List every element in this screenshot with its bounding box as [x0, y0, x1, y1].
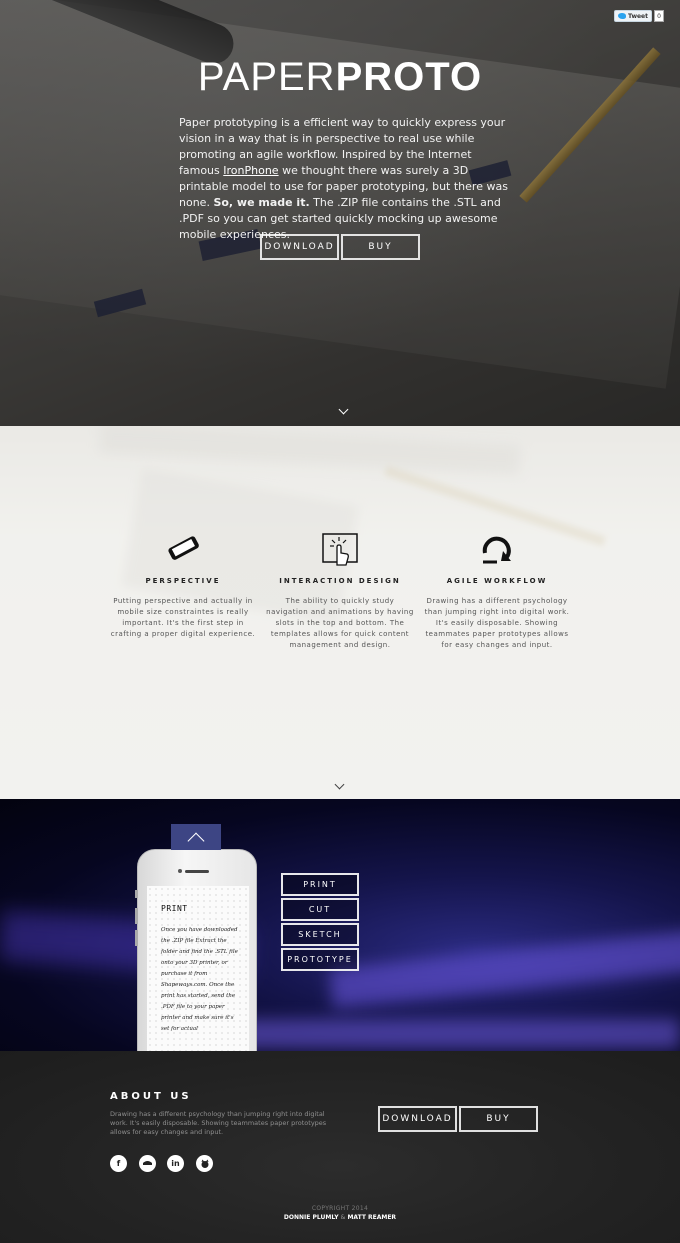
facebook-icon[interactable]: f: [110, 1155, 127, 1172]
tweet-widget[interactable]: Tweet 0: [614, 10, 664, 22]
brand-bold: PROTO: [335, 55, 483, 99]
about-text: Drawing has a different psychology than …: [110, 1110, 327, 1136]
steps-background-glow: [200, 1019, 680, 1049]
phone-speaker: [185, 870, 209, 873]
ironphone-link[interactable]: IronPhone: [223, 164, 278, 177]
author-separator: &: [340, 1214, 346, 1221]
dribbble-icon[interactable]: [139, 1155, 156, 1172]
page-title: PAPERPROTO: [0, 55, 680, 100]
touch-screen-icon: [320, 531, 360, 567]
feature-text: The ability to quickly study navigation …: [266, 597, 414, 649]
brand-light: PAPER: [197, 55, 336, 99]
feature-title: AGILE WORKFLOW: [446, 577, 548, 585]
tweet-button[interactable]: Tweet: [614, 10, 652, 22]
feature-text: Drawing has a different psychology than …: [424, 597, 570, 649]
step-prototype-button[interactable]: PROTOTYPE: [281, 948, 359, 971]
tweet-count: 0: [654, 10, 664, 22]
tweet-label: Tweet: [628, 12, 648, 20]
phone-screen-text: Once you have downloaded the .ZIP file E…: [161, 927, 238, 1032]
phone-screen: PRINT Once you have downloaded the .ZIP …: [147, 886, 249, 1051]
phone-side-button: [135, 908, 138, 924]
feature-interaction-design: INTERACTION DESIGN The ability to quickl…: [265, 531, 415, 651]
feature-title: INTERACTION DESIGN: [279, 577, 401, 585]
credits: DONNIE PLUMLY & MATT REAMER: [0, 1214, 680, 1221]
cycle-arrow-icon: [477, 531, 517, 567]
footer-buy-button[interactable]: BUY: [459, 1106, 538, 1132]
phone-perspective-icon: [163, 531, 203, 567]
step-sketch-button[interactable]: SKETCH: [281, 923, 359, 946]
about-heading: ABOUT US: [110, 1091, 192, 1102]
intro-paragraph: Paper prototyping is a efficient way to …: [179, 115, 509, 243]
hero-buy-button[interactable]: BUY: [341, 234, 420, 260]
scroll-up-button[interactable]: [171, 824, 221, 850]
footer-download-button[interactable]: DOWNLOAD: [378, 1106, 457, 1132]
hero-section: Tweet 0 PAPERPROTO Paper prototyping is …: [0, 0, 680, 426]
feature-agile-workflow: AGILE WORKFLOW Drawing has a different p…: [422, 531, 572, 651]
steps-background-glow: [328, 929, 680, 1009]
intro-bold: So, we made it.: [213, 196, 310, 209]
feature-text: Putting perspective and actually in mobi…: [110, 597, 256, 638]
phone-side-button: [135, 930, 138, 946]
hero-download-button[interactable]: DOWNLOAD: [260, 234, 339, 260]
feature-perspective: PERSPECTIVE Putting perspective and actu…: [108, 531, 258, 640]
step-print-button[interactable]: PRINT: [281, 873, 359, 896]
phone-side-button: [135, 890, 138, 898]
phone-mockup: PRINT Once you have downloaded the .ZIP …: [135, 849, 257, 1051]
author-name: DONNIE PLUMLY: [283, 1214, 339, 1221]
phone-camera: [178, 869, 182, 873]
author-name: MATT REAMER: [347, 1214, 397, 1221]
phone-screen-heading: PRINT: [161, 904, 188, 913]
step-cut-button[interactable]: CUT: [281, 898, 359, 921]
features-section: PERSPECTIVE Putting perspective and actu…: [0, 426, 680, 799]
linkedin-icon[interactable]: in: [167, 1155, 184, 1172]
github-icon[interactable]: [196, 1155, 213, 1172]
footer-section: ABOUT US Drawing has a different psychol…: [0, 1051, 680, 1243]
chevron-up-icon: [187, 832, 205, 850]
feature-title: PERSPECTIVE: [145, 577, 221, 585]
steps-section: PRINT Once you have downloaded the .ZIP …: [0, 799, 680, 1051]
copyright-text: COPYRIGHT 2014: [311, 1205, 369, 1212]
twitter-bird-icon: [618, 13, 627, 19]
